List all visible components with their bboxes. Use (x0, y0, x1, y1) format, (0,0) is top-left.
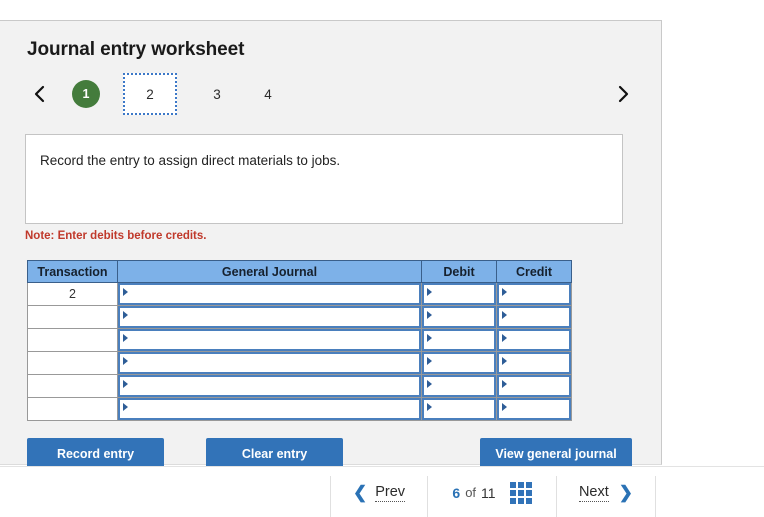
cell-debit-input[interactable] (421, 351, 497, 375)
cell-transaction: 2 (27, 282, 118, 306)
cell-marker-icon (427, 403, 432, 411)
cell-debit-input[interactable] (421, 397, 497, 421)
prev-page-label: Prev (375, 483, 406, 502)
cell-marker-icon (427, 380, 432, 388)
cell-credit-input[interactable] (496, 305, 572, 329)
cell-transaction (27, 397, 118, 421)
chevron-left-icon (33, 84, 46, 104)
table-row (27, 397, 572, 421)
column-header-credit: Credit (496, 260, 572, 283)
cell-general-journal-input[interactable] (117, 282, 422, 306)
worksheet-tab-1-label: 1 (72, 80, 100, 108)
cell-marker-icon (123, 380, 128, 388)
worksheet-tab-4[interactable]: 4 (241, 73, 295, 115)
chevron-left-icon: ❮ (352, 482, 368, 502)
worksheet-prev-button[interactable] (25, 77, 53, 111)
current-page-number: 6 (452, 484, 461, 501)
worksheet-tab-3[interactable]: 3 (190, 73, 244, 115)
view-general-journal-button[interactable]: View general journal (480, 438, 632, 469)
cell-marker-icon (502, 403, 507, 411)
cell-marker-icon (427, 357, 432, 365)
chevron-right-icon: ❯ (618, 482, 634, 502)
cell-general-journal-input[interactable] (117, 351, 422, 375)
cell-credit-input[interactable] (496, 328, 572, 352)
table-row (27, 374, 572, 398)
instruction-text: Record the entry to assign direct materi… (40, 153, 341, 168)
note-text: Note: Enter debits before credits. (25, 230, 207, 242)
next-page-label: Next (578, 483, 609, 502)
cell-transaction (27, 328, 118, 352)
instruction-box: Record the entry to assign direct materi… (25, 134, 623, 224)
worksheet-next-button[interactable] (609, 77, 637, 111)
cell-marker-icon (123, 357, 128, 365)
column-header-transaction: Transaction (27, 260, 118, 283)
prev-page-button[interactable]: ❮ Prev (331, 467, 427, 517)
worksheet-tab-4-label: 4 (264, 86, 272, 102)
table-row (27, 305, 572, 329)
worksheet-tab-3-label: 3 (213, 86, 221, 102)
page-title: Journal entry worksheet (27, 39, 245, 60)
table-header-row: Transaction General Journal Debit Credit (27, 260, 572, 283)
grid-view-icon[interactable] (509, 481, 532, 504)
cell-marker-icon (502, 380, 507, 388)
cell-debit-input[interactable] (421, 305, 497, 329)
cell-debit-input[interactable] (421, 282, 497, 306)
cell-credit-input[interactable] (496, 282, 572, 306)
cell-credit-input[interactable] (496, 351, 572, 375)
cell-transaction (27, 374, 118, 398)
cell-general-journal-input[interactable] (117, 374, 422, 398)
bottom-nav-bar: ❮ Prev 6 of 11 Next ❯ (0, 466, 764, 517)
cell-marker-icon (502, 334, 507, 342)
total-pages-number: 11 (481, 484, 496, 501)
cell-marker-icon (502, 357, 507, 365)
cell-marker-icon (123, 334, 128, 342)
worksheet-tab-strip: 1 2 3 4 (25, 73, 637, 121)
cell-general-journal-input[interactable] (117, 397, 422, 421)
page-indicator: 6 of 11 (428, 467, 556, 517)
worksheet-tab-2[interactable]: 2 (123, 73, 177, 115)
cell-marker-icon (427, 311, 432, 319)
worksheet-panel: Journal entry worksheet 1 2 3 4 Record t… (0, 20, 662, 469)
cell-transaction (27, 351, 118, 375)
cell-credit-input[interactable] (496, 374, 572, 398)
table-row (27, 328, 572, 352)
table-row: 2 (27, 282, 572, 306)
cell-debit-input[interactable] (421, 374, 497, 398)
screen-root: Journal entry worksheet 1 2 3 4 Record t… (0, 0, 764, 517)
column-header-debit: Debit (421, 260, 497, 283)
column-header-general-journal: General Journal (117, 260, 422, 283)
clear-entry-button[interactable]: Clear entry (206, 438, 343, 469)
worksheet-tab-1[interactable]: 1 (65, 73, 107, 115)
table-row (27, 351, 572, 375)
nav-separator (655, 476, 656, 517)
record-entry-button[interactable]: Record entry (27, 438, 164, 469)
cell-marker-icon (123, 288, 128, 296)
cell-marker-icon (502, 288, 507, 296)
cell-credit-input[interactable] (496, 397, 572, 421)
cell-marker-icon (123, 403, 128, 411)
cell-general-journal-input[interactable] (117, 328, 422, 352)
cell-general-journal-input[interactable] (117, 305, 422, 329)
cell-transaction (27, 305, 118, 329)
page-of-label: of (465, 485, 477, 500)
cell-marker-icon (123, 311, 128, 319)
chevron-right-icon (617, 84, 630, 104)
journal-entry-table: Transaction General Journal Debit Credit… (27, 260, 572, 421)
cell-marker-icon (502, 311, 507, 319)
cell-debit-input[interactable] (421, 328, 497, 352)
cell-marker-icon (427, 288, 432, 296)
worksheet-tab-2-label: 2 (146, 86, 154, 102)
next-page-button[interactable]: Next ❯ (557, 467, 655, 517)
cell-marker-icon (427, 334, 432, 342)
